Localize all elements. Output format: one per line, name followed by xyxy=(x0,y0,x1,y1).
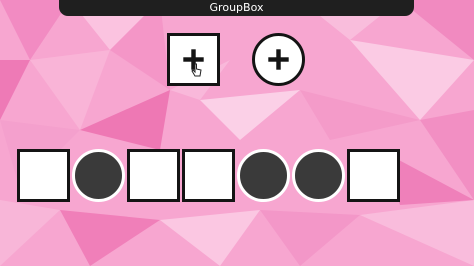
circle-slot[interactable] xyxy=(72,149,125,202)
square-slot[interactable] xyxy=(182,149,235,202)
shape-row xyxy=(0,0,474,266)
circle-slot[interactable] xyxy=(292,149,345,202)
square-slot[interactable] xyxy=(17,149,70,202)
square-slot[interactable] xyxy=(127,149,180,202)
circle-slot[interactable] xyxy=(237,149,290,202)
square-slot[interactable] xyxy=(347,149,400,202)
